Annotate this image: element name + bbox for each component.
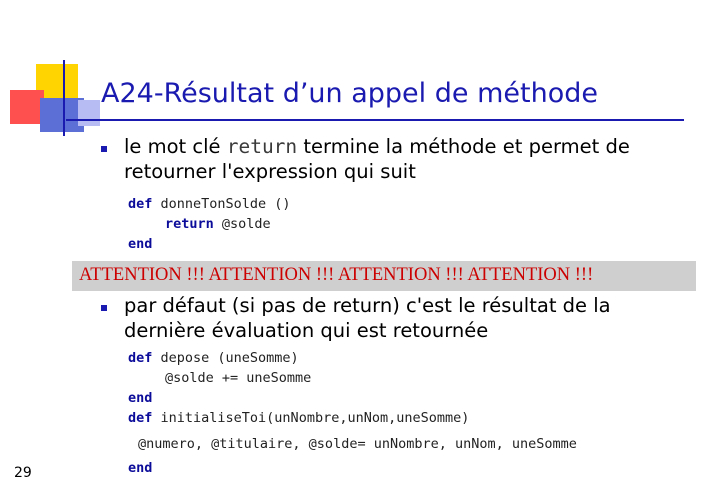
red-square (10, 90, 44, 124)
code-text: @solde (213, 216, 271, 232)
code-keyword: end (128, 236, 153, 252)
page-number: 29 (14, 465, 32, 481)
code-block-2: def depose (uneSomme) @solde += uneSomme… (128, 350, 577, 480)
code-keyword: end (128, 390, 153, 406)
code-2-line-2: @solde += uneSomme (165, 370, 312, 386)
code-keyword: def (128, 196, 153, 212)
code-keyword: def (128, 410, 153, 426)
code-1-line-3: end (128, 234, 291, 254)
vertical-line (63, 60, 65, 136)
code-2-line-4: def initialiseToi(unNombre,unNom,uneSomm… (128, 410, 577, 436)
bullet-marker (101, 146, 107, 152)
code-text: initialiseToi(unNombre,unNom,uneSomme) (152, 410, 470, 426)
bullet-marker (101, 305, 107, 311)
title-underline (66, 119, 684, 121)
code-text: donneTonSolde () (152, 196, 291, 212)
code-2-line-5: @numero, @titulaire, @solde= unNombre, u… (138, 436, 577, 452)
bullet-2-line-2: dernière évaluation qui est retournée (124, 319, 489, 342)
bullet-1-line-1: le mot clé return termine la méthode et … (124, 134, 630, 159)
bullet-1-line-2: retourner l'expression qui suit (124, 160, 416, 183)
code-1-line-2: return @solde (128, 214, 291, 234)
code-2-line-6: end (128, 460, 577, 480)
code-keyword: return (165, 216, 214, 232)
bullet-2-text: par défaut (si pas de return) c'est le r… (124, 293, 611, 343)
code-2-line-3: end (128, 390, 577, 410)
slide-title: A24-Résultat d’un appel de méthode (101, 78, 598, 109)
bullet-1-text-before: le mot clé (124, 135, 227, 158)
bullet-1-text: le mot clé return termine la méthode et … (124, 134, 630, 184)
code-keyword: end (128, 460, 153, 476)
bullet-1-text-after: termine la méthode et permet de (297, 135, 630, 158)
code-text: depose (uneSomme) (152, 350, 299, 366)
return-keyword: return (226, 135, 298, 158)
code-1-line-1: def donneTonSolde () (128, 194, 291, 214)
lavender-square (78, 100, 100, 126)
code-2-line-1: def depose (uneSomme) (128, 350, 577, 370)
code-keyword: def (128, 350, 153, 366)
attention-banner-text: ATTENTION !!! ATTENTION !!! ATTENTION !!… (79, 265, 594, 285)
bullet-2-line-1: par défaut (si pas de return) c'est le r… (124, 294, 611, 317)
code-block-1: def donneTonSolde () return @solde end (128, 194, 291, 254)
